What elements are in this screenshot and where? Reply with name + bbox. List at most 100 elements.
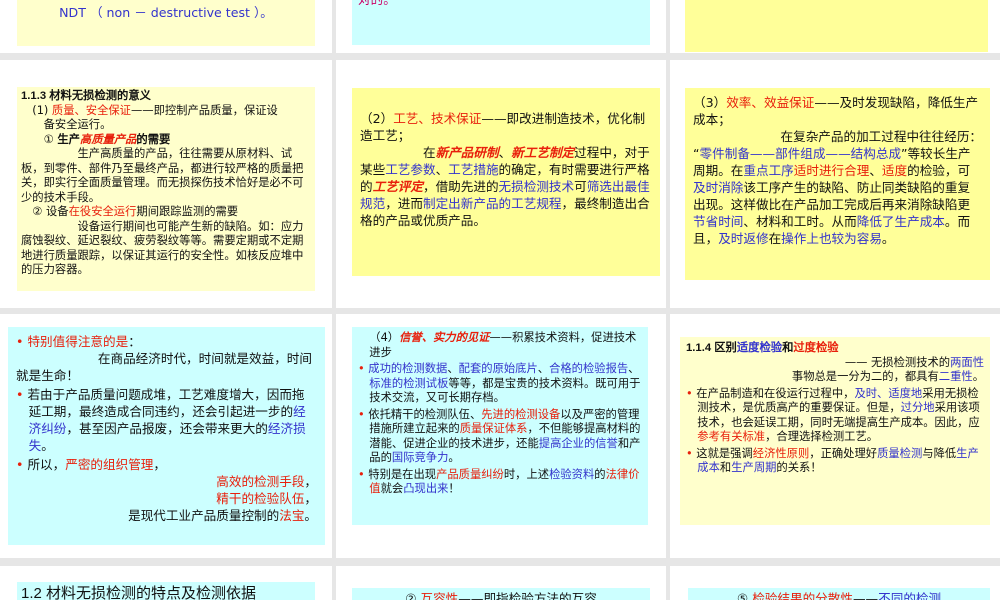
slide-thumb-1[interactable]: NDT （ non － destructive test ）。: [0, 0, 332, 53]
text-run: 和: [719, 461, 732, 474]
text-run: ⑤: [736, 591, 753, 600]
text-run: ——即指检验方法的互容: [458, 591, 597, 600]
highlighted-text: 操作上也较为容易: [781, 231, 882, 246]
slide-6-content: （3）效率、效益保证——及时发现缺陷，降低生产成本； 在复杂产品的加工过程中往往经…: [685, 88, 990, 280]
slide-10-content: 1.2 材料无损检测的特点及检测依据: [17, 582, 315, 600]
text-run: ——即控制产品质量，保证设: [130, 103, 278, 117]
highlighted-text: 信誉、实力的见证: [399, 331, 490, 344]
slide-8-content: （4）信誉、实力的见证——积累技术资料，促进技术进步 • 成功的检测数据、配套的原…: [352, 327, 648, 525]
slide-thumb-6[interactable]: （3）效率、效益保证——及时发现缺陷，降低生产成本； 在复杂产品的加工过程中往往经…: [670, 60, 1000, 308]
highlighted-text: 制定出新产品的工艺规程: [422, 196, 562, 211]
highlighted-text: 及时消除: [693, 180, 744, 195]
text-run: 在商品经济时代，时间就是效益，时间就是生命！: [16, 351, 312, 383]
text-run: 就会: [380, 482, 404, 495]
highlighted-text: 凸现出来: [403, 482, 449, 495]
slide-paragraph: —— 无损检测技术的两面性: [686, 356, 984, 371]
slide-paragraph: 在商品经济时代，时间就是效益，时间就是生命！: [16, 350, 317, 384]
text-run: —— 无损检测技术的: [844, 355, 951, 369]
slide-paragraph: • 若由于产品质量问题成堆，工艺难度增大，因而拖延工期，最终造成合同违约，还会引…: [16, 386, 317, 454]
highlighted-text: 工艺评定: [372, 179, 423, 194]
text-run: 1.1.3 材料无损检测的意义: [21, 90, 151, 102]
slide-paragraph: （3）效率、效益保证——及时发现缺陷，降低生产成本；: [693, 94, 982, 128]
slide-paragraph: 在新产品研制、新工艺制定过程中，对于某些工艺参数、工艺措施的确定，有时需要进行严…: [360, 144, 654, 229]
slide-paragraph: (1) 质量、安全保证——即控制产品质量，保证设: [21, 104, 311, 119]
slide-thumb-10[interactable]: 1.2 材料无损检测的特点及检测依据: [0, 566, 332, 600]
text-run: ——: [852, 591, 879, 600]
highlighted-text: 国际竞争力: [391, 451, 449, 464]
text-run: 这就是强调: [696, 446, 753, 460]
text-run: ：: [128, 334, 141, 349]
highlighted-text: 适度: [881, 163, 908, 178]
highlighted-text: 产品质量纠纷: [436, 467, 504, 481]
slide-thumb-8[interactable]: （4）信誉、实力的见证——积累技术资料，促进技术进步 • 成功的检测数据、配套的原…: [336, 314, 666, 558]
highlighted-text: 重点工序: [743, 163, 794, 178]
text-run: 和: [782, 342, 794, 354]
slide-paragraph: 事物总是一分为二的，都具有二重性。: [686, 370, 984, 385]
text-run: ，合理选择检测工艺。: [765, 430, 879, 443]
slide-paragraph: NDT （ non － destructive test ）。: [23, 4, 309, 21]
highlighted-text: 的需要: [136, 132, 171, 146]
text-run: 的关系！: [776, 461, 822, 474]
text-run: 、: [869, 163, 882, 178]
slide-paragraph: ⑤ 检验结果的分散性——不同的检测: [692, 590, 986, 600]
slide-paragraph: • 依托精干的检测队伍、先进的检测设备以及严密的管理措施所建立起来的质量保证体系…: [358, 408, 642, 466]
slide-thumb-2[interactable]: 对的。: [336, 0, 666, 53]
text-run: 、: [435, 162, 449, 177]
slide-paragraph: 精干的检验队伍，: [16, 490, 317, 507]
text-run: ，甚至因产品报废，还会带来更大的: [66, 421, 268, 436]
slide-thumb-12[interactable]: ⑤ 检验结果的分散性——不同的检测: [670, 566, 1000, 600]
text-run: 。: [972, 370, 984, 383]
text-run: 依托精干的检测队伍、: [368, 407, 482, 421]
text-run: 可: [574, 179, 587, 194]
slide-11-content: ② 互容性——即指检验方法的互容: [352, 588, 650, 600]
text-run: 、: [447, 362, 459, 375]
slide-paragraph: 对的。: [358, 0, 644, 8]
text-run: 是现代工业产品质量控制的: [128, 508, 280, 523]
slide-thumb-3[interactable]: [670, 0, 1000, 53]
slide-paragraph: 在复杂产品的加工过程中往往经历：: [693, 128, 983, 145]
slide-thumb-4[interactable]: 1.1.3 材料无损检测的意义 (1) 质量、安全保证——即控制产品质量，保证设 …: [0, 60, 332, 308]
slide-thumb-11[interactable]: ② 互容性——即指检验方法的互容: [336, 566, 666, 600]
slide-paragraph: 1.2 材料无损检测的特点及检测依据: [21, 584, 311, 600]
text-run: 、: [537, 362, 550, 375]
text-run: ①: [43, 132, 58, 146]
highlighted-text: 不同的检测: [878, 591, 942, 600]
slide-thumb-5[interactable]: （2）工艺、技术保证——即改进制造技术，优化制造工艺； 在新产品研制、新工艺制定过…: [336, 60, 666, 308]
slide-paragraph: • 在产品制造和在役运行过程中，及时、适度地采用无损检测技术，是优质高产的重要保…: [686, 387, 984, 445]
slide-9-content: 1.1.4 区别适度检验和过度检验 —— 无损检测技术的两面性 事物总是一分为二的…: [680, 337, 990, 525]
highlighted-text: 高效的检测手段: [216, 474, 305, 489]
slide-5-content: （2）工艺、技术保证——即改进制造技术，优化制造工艺； 在新产品研制、新工艺制定过…: [352, 88, 660, 276]
slide-paragraph: ② 设备在役安全运行期间跟踪监测的需要: [21, 205, 311, 220]
slide-4-content: 1.1.3 材料无损检测的意义 (1) 质量、安全保证——即控制产品质量，保证设 …: [17, 87, 315, 291]
text-run: 生产高质量的产品，往往需要从原材料、试板，到零件、部件乃至最终产品，都进行较严格…: [21, 147, 304, 204]
slide-thumb-9[interactable]: 1.1.4 区别适度检验和过度检验 —— 无损检测技术的两面性 事物总是一分为二的…: [670, 314, 1000, 558]
slide-paragraph: “零件制备——部件组成——结构总成”等较长生产周期。在重点工序适时进行合理、适度…: [693, 145, 982, 247]
highlighted-text: 提高企业的信誉: [538, 436, 618, 450]
highlighted-text: 精干的检验队伍: [216, 491, 305, 506]
text-run: ，: [153, 457, 166, 472]
slide-7-content: • 特别值得注意的是： 在商品经济时代，时间就是效益，时间就是生命！ • 若由于产品…: [8, 327, 325, 545]
bullet-icon: •: [16, 387, 24, 402]
highlighted-text: 质量检测: [877, 446, 923, 460]
highlighted-text: NDT （ non － destructive test ）。: [59, 5, 273, 20]
text-run: ，进而: [385, 196, 423, 211]
slide-paragraph: 1.1.4 区别适度检验和过度检验: [686, 341, 984, 356]
slide-paragraph: 高效的检测手段，: [16, 473, 317, 490]
slide-paragraph: 是现代工业产品质量控制的法宝。: [16, 507, 317, 524]
highlighted-text: 适时进行合理: [793, 163, 870, 178]
text-run: 特别是在出现: [368, 467, 437, 481]
bullet-icon: •: [686, 446, 693, 460]
slide-thumb-7[interactable]: • 特别值得注意的是： 在商品经济时代，时间就是效益，时间就是生命！ • 若由于产品…: [0, 314, 332, 558]
text-run: ，借助先进的: [422, 179, 499, 194]
highlighted-text: 互容性: [420, 591, 459, 600]
slide-paragraph: • 成功的检测数据、配套的原始底片、合格的检验报告、标准的检测试板等等，都是宝贵…: [358, 362, 642, 406]
highlighted-text: 质量、安全保证: [51, 103, 131, 117]
slide-1-content: NDT （ non － destructive test ）。: [17, 0, 315, 46]
text-run: 事物总是一分为二的，都具有: [791, 370, 939, 383]
text-run: 。: [41, 438, 54, 453]
text-run: ！: [448, 482, 460, 495]
highlighted-text: 适度检验: [736, 342, 783, 354]
highlighted-text: 节省时间: [693, 214, 744, 229]
highlighted-text: 无损检测技术: [498, 179, 575, 194]
text-run: (1): [32, 103, 52, 117]
